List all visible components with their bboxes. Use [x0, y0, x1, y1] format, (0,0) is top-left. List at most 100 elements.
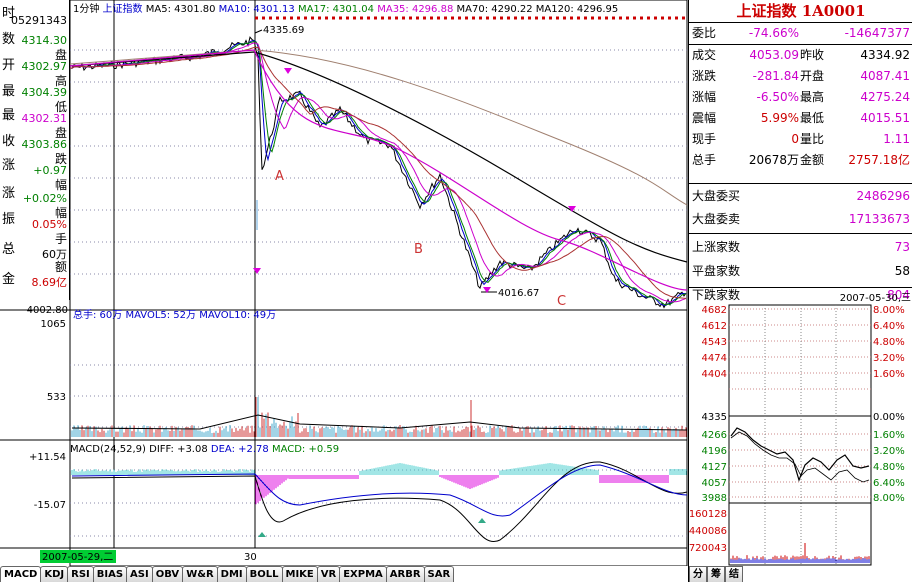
mini-frame — [728, 304, 872, 566]
advance-decline-value: 804 — [887, 288, 910, 302]
mini-left-tick: 4057 — [702, 478, 727, 489]
ma10-line — [69, 40, 687, 306]
ma250-line — [69, 49, 688, 206]
quote-label: 最高 — [800, 90, 825, 104]
ma-label: MA120: 4296.95 — [536, 4, 618, 15]
date-label: 2007-05-29,二 — [42, 552, 113, 563]
quote-label: 委比 — [692, 26, 717, 40]
quote-value: 4334.92 — [860, 48, 910, 62]
quote-label: 总手 — [692, 153, 717, 167]
mini-right-tick: 1.60% — [873, 430, 905, 441]
ma17-line — [69, 40, 687, 306]
tab-bias[interactable]: BIAS — [92, 566, 128, 582]
macd-header: MACD(24,52,9) DIFF: +3.08 DEA: +2.78 MAC… — [70, 444, 339, 455]
mini-right-tick: 1.60% — [873, 369, 905, 380]
annotation-c: C — [557, 294, 566, 309]
high-label: 4335.69 — [263, 25, 304, 36]
mini-vol-tick: 440086 — [689, 526, 727, 537]
market-stat-label: 大盘委买 — [692, 189, 741, 203]
up-arrow-marker — [258, 532, 266, 537]
quote-value: -74.66% — [748, 26, 799, 40]
mavol5-line — [71, 414, 688, 431]
down-arrow-marker — [284, 68, 292, 74]
mini-avg-line — [730, 431, 870, 483]
advance-decline-value: 58 — [894, 264, 910, 278]
quote-value: 20678万 — [748, 153, 799, 167]
mini-right-tick: 4.80% — [873, 462, 905, 473]
tab-kdj[interactable]: KDJ — [40, 566, 69, 582]
tab-wr[interactable]: W&R — [182, 566, 218, 582]
quote-label: 涨幅 — [692, 90, 717, 104]
tab-macd[interactable]: MACD — [0, 566, 42, 582]
low-label: 4016.67 — [498, 288, 539, 299]
market-stat-value: 2486296 — [856, 189, 910, 203]
tab-rsi[interactable]: RSI — [67, 566, 94, 582]
tab-mike[interactable]: MIKE — [281, 566, 318, 582]
up-arrow-marker — [478, 518, 486, 523]
quote-label: 开盘 — [800, 69, 825, 83]
ma-label: 1分钟 — [73, 2, 103, 15]
chart-area[interactable]: 1分钟 上证指数 MA5: 4301.80 MA10: 4301.13 MA17… — [0, 0, 688, 566]
ma70-line — [69, 46, 687, 299]
chart-header: 1分钟 上证指数 MA5: 4301.80 MA10: 4301.13 MA17… — [73, 2, 618, 15]
mini-tab-2[interactable]: 结 — [725, 566, 743, 582]
quote-label: 金额 — [800, 153, 825, 167]
mini-tab-0[interactable]: 分 — [689, 566, 707, 582]
market-stat-value: 17133673 — [848, 212, 910, 226]
macd-axis-bottom: -15.07 — [34, 500, 66, 511]
high-pointer — [254, 29, 263, 34]
quote-value: -14647377 — [844, 26, 910, 40]
tab-expma[interactable]: EXPMA — [339, 566, 387, 582]
macd-label: MACD: +0.59 — [272, 444, 339, 455]
tab-asi[interactable]: ASI — [126, 566, 153, 582]
market-stat-label: 大盘委卖 — [692, 212, 741, 226]
macd-label: DEA: +2.78 — [211, 444, 272, 455]
quote-value: 4053.09 — [749, 48, 799, 62]
tab-boll[interactable]: BOLL — [245, 566, 283, 582]
mini-right-tick: 6.40% — [873, 321, 905, 332]
mini-tab-1[interactable]: 筹 — [707, 566, 725, 582]
panel-separator — [689, 287, 912, 288]
indicator-tabs: MACD KDJ RSI BIAS ASI OBV W&R DMI BOLL MIKE VR EXPM… — [0, 566, 688, 582]
ma-pink-line — [69, 49, 688, 291]
quote-value: -281.84 — [752, 69, 799, 83]
tab-sar[interactable]: SAR — [423, 566, 455, 582]
tab-dmi[interactable]: DMI — [216, 566, 247, 582]
quote-value: 1.11 — [883, 132, 910, 146]
ma-label: MA17: 4301.04 — [298, 4, 377, 15]
mini-left-tick: 4335 — [702, 412, 727, 423]
annotation-a: A — [275, 169, 284, 184]
mini-right-tick: 3.20% — [873, 353, 905, 364]
quote-label: 量比 — [800, 132, 825, 146]
quote-value: 0 — [791, 132, 799, 146]
mini-price-line — [730, 427, 870, 482]
macd-label: MACD(24,52,9) — [70, 444, 149, 455]
volume-axis-top: 1065 — [41, 319, 66, 330]
quote-label: 成交 — [692, 48, 717, 62]
mini-left-tick: 4543 — [702, 337, 727, 348]
quote-value: 5.99% — [760, 111, 799, 125]
mini-vol-tick: 160128 — [689, 509, 727, 520]
advance-decline-label: 上涨家数 — [692, 240, 741, 254]
mini-vol-tick: 720043 — [689, 543, 727, 554]
tab-arbr[interactable]: ARBR — [385, 566, 425, 582]
mini-left-tick: 4127 — [702, 462, 727, 473]
mini-left-tick: 4404 — [702, 369, 727, 380]
mini-right-tick: 0.00% — [873, 412, 905, 423]
mini-right-tick: 8.00% — [873, 305, 905, 316]
mini-left-tick: 4682 — [702, 305, 727, 316]
volume-axis-mid: 533 — [47, 392, 66, 403]
tab-obv[interactable]: OBV — [151, 566, 184, 582]
mini-right-tick: 8.00% — [873, 493, 905, 504]
advance-decline-label: 下跌家数 — [692, 288, 741, 302]
quote-value: 4087.41 — [860, 69, 910, 83]
volume-header: 总手: 60万 MAVOL5: 52万 MAVOL10: 49万 — [73, 308, 276, 321]
mini-left-tick: 4196 — [702, 446, 727, 457]
quote-panel: 上证指数 1A0001 委比 -74.66% -14647377 成交 4053.09 昨… — [688, 0, 912, 582]
quote-value: -6.50% — [756, 90, 799, 104]
quote-title: 上证指数 1A0001 — [736, 2, 866, 20]
mini-right-tick: 4.80% — [873, 337, 905, 348]
mini-left-tick: 4474 — [702, 353, 727, 364]
tab-vr[interactable]: VR — [316, 566, 341, 582]
price-line — [69, 36, 687, 309]
